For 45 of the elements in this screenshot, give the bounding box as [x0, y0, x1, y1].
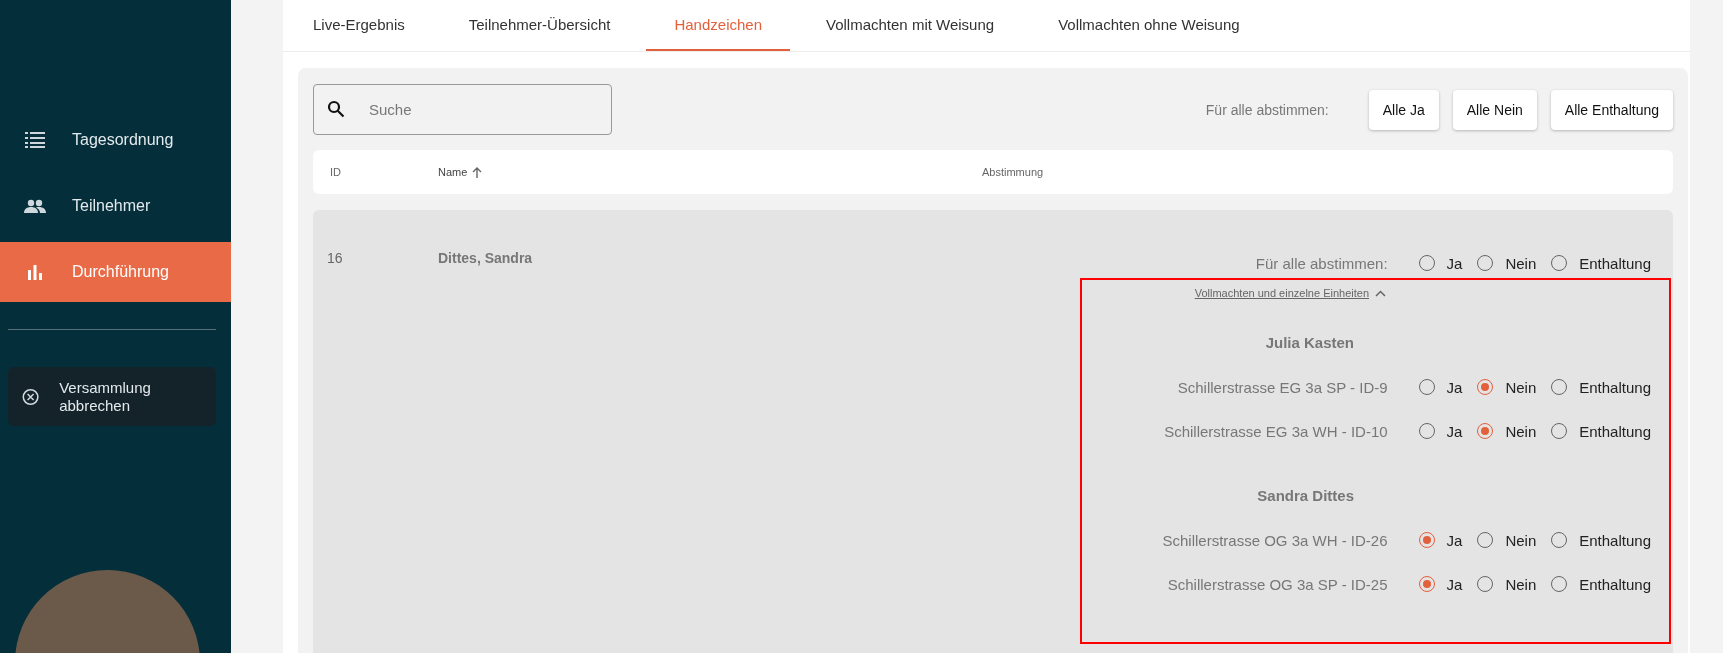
sidebar-item[interactable]: Tagesordnung	[0, 107, 231, 173]
vote-all-button[interactable]: Alle Nein	[1452, 89, 1537, 130]
radio-option[interactable]: Nein	[1477, 254, 1537, 272]
table-cell: 16	[327, 250, 343, 266]
vote-all-label: Für alle abstimmen:	[1205, 101, 1329, 118]
radio-option[interactable]: Nein	[1477, 575, 1537, 593]
list-icon	[24, 131, 46, 149]
radio-option[interactable]: Nein	[1477, 378, 1537, 396]
tab[interactable]: Vollmachten ohne Weisung	[1030, 0, 1268, 51]
details-link[interactable]: Vollmachten und einzelne Einheiten	[1194, 287, 1386, 299]
tab[interactable]: Vollmachten mit Weisung	[798, 0, 1023, 51]
owner-name: Sandra Dittes	[1257, 487, 1354, 504]
unit-label: Schillerstrasse EG 3a SP - ID-9	[1177, 378, 1388, 396]
column-header[interactable]: Name	[438, 166, 468, 178]
tab[interactable]: Handzeichen	[646, 0, 790, 51]
close-circle-icon	[22, 386, 40, 407]
radio-option[interactable]: Enthaltung	[1551, 378, 1651, 396]
radio-option[interactable]: Nein	[1477, 422, 1537, 440]
column-header[interactable]: ID	[330, 166, 341, 178]
search-field[interactable]: Suche	[313, 84, 612, 135]
radio-option[interactable]: Nein	[1477, 531, 1537, 549]
radio-option[interactable]: Ja	[1418, 422, 1463, 440]
vote-all-label: Für alle abstimmen:	[1255, 254, 1388, 272]
sidebar-item[interactable]: Teilnehmer	[0, 173, 231, 239]
search-icon	[327, 100, 345, 118]
radio-option[interactable]: Enthaltung	[1551, 531, 1651, 549]
column-header[interactable]: Abstimmung	[982, 166, 1044, 178]
unit-label: Schillerstrasse OG 3a SP - ID-25	[1167, 575, 1388, 593]
unit-label: Schillerstrasse OG 3a WH - ID-26	[1162, 531, 1388, 549]
radio-option[interactable]: Enthaltung	[1551, 575, 1651, 593]
radio-option[interactable]: Enthaltung	[1551, 254, 1651, 272]
radio-option[interactable]: Ja	[1418, 378, 1463, 396]
table-cell: Dittes, Sandra	[438, 250, 533, 266]
radio-option[interactable]: Enthaltung	[1551, 422, 1651, 440]
cancel-meeting-button[interactable]: Versammlung abbrechen	[8, 367, 216, 426]
radio-option[interactable]: Ja	[1418, 575, 1463, 593]
radio-option[interactable]: Ja	[1418, 531, 1463, 549]
people-icon	[24, 199, 46, 213]
vote-all-button[interactable]: Alle Enthaltung	[1550, 89, 1673, 130]
tab[interactable]: Live-Ergebnis	[285, 0, 433, 51]
owner-name: Julia Kasten	[1265, 334, 1354, 351]
tab[interactable]: Teilnehmer-Übersicht	[440, 0, 639, 51]
vote-all-button[interactable]: Alle Ja	[1368, 89, 1439, 130]
radio-option[interactable]: Ja	[1418, 254, 1463, 272]
unit-label: Schillerstrasse EG 3a WH - ID-10	[1164, 422, 1388, 440]
